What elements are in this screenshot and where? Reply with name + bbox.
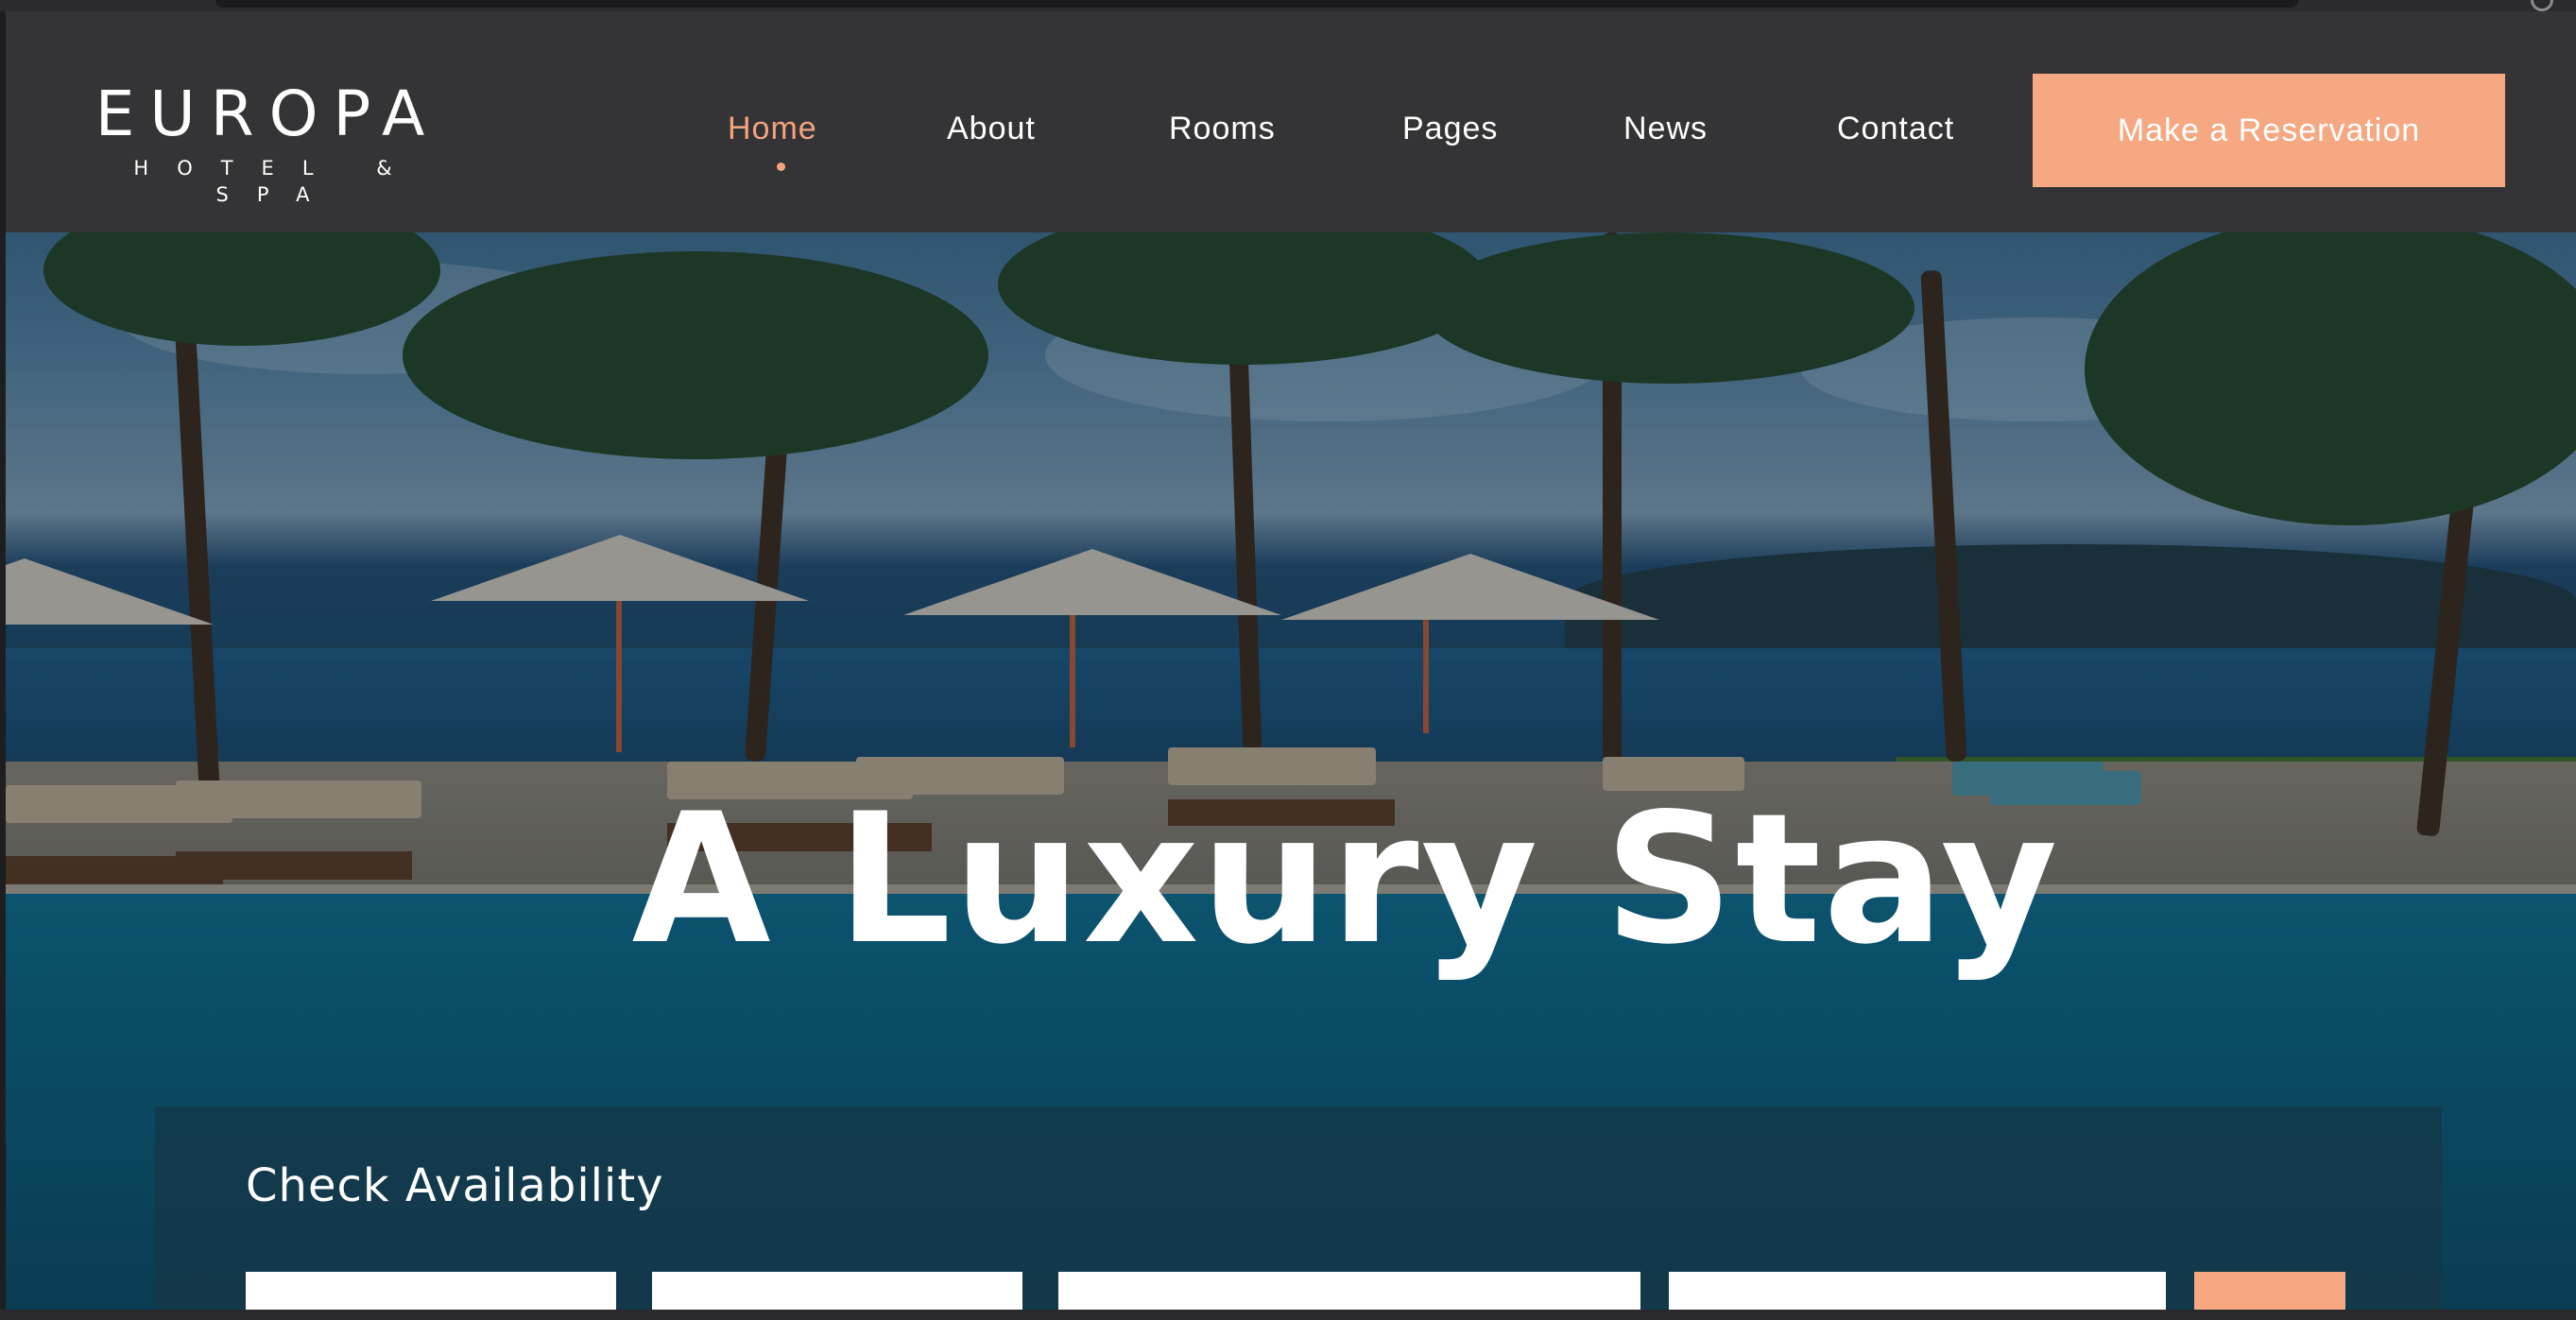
nav-item-about[interactable]: About bbox=[947, 111, 1036, 147]
browser-profile-icon[interactable] bbox=[2531, 0, 2553, 11]
check-in-field[interactable] bbox=[246, 1272, 616, 1310]
window-bottom-edge bbox=[0, 1310, 2576, 1320]
main-nav: Home About Rooms Pages News Contact Make… bbox=[6, 11, 2576, 232]
nav-item-rooms[interactable]: Rooms bbox=[1169, 111, 1276, 147]
browser-top-strip bbox=[0, 0, 2576, 11]
check-out-field[interactable] bbox=[652, 1272, 1022, 1310]
browser-address-bar[interactable] bbox=[215, 0, 2298, 8]
hero-title: A Luxury Stay bbox=[631, 775, 2060, 984]
nav-item-pages[interactable]: Pages bbox=[1402, 111, 1498, 147]
check-availability-title: Check Availability bbox=[246, 1159, 664, 1212]
check-availability-panel: Check Availability bbox=[155, 1106, 2442, 1320]
site-header: EUROPA HOTEL & SPA Home About Rooms Page… bbox=[6, 11, 2576, 232]
nav-item-home[interactable]: Home bbox=[728, 111, 817, 147]
children-field[interactable] bbox=[1669, 1272, 2166, 1310]
check-availability-button[interactable] bbox=[2194, 1272, 2345, 1310]
active-indicator-dot bbox=[777, 163, 785, 171]
adults-field[interactable] bbox=[1058, 1272, 1640, 1310]
nav-item-news[interactable]: News bbox=[1623, 111, 1708, 147]
make-reservation-button[interactable]: Make a Reservation bbox=[2033, 74, 2505, 187]
nav-item-contact[interactable]: Contact bbox=[1837, 111, 1954, 147]
